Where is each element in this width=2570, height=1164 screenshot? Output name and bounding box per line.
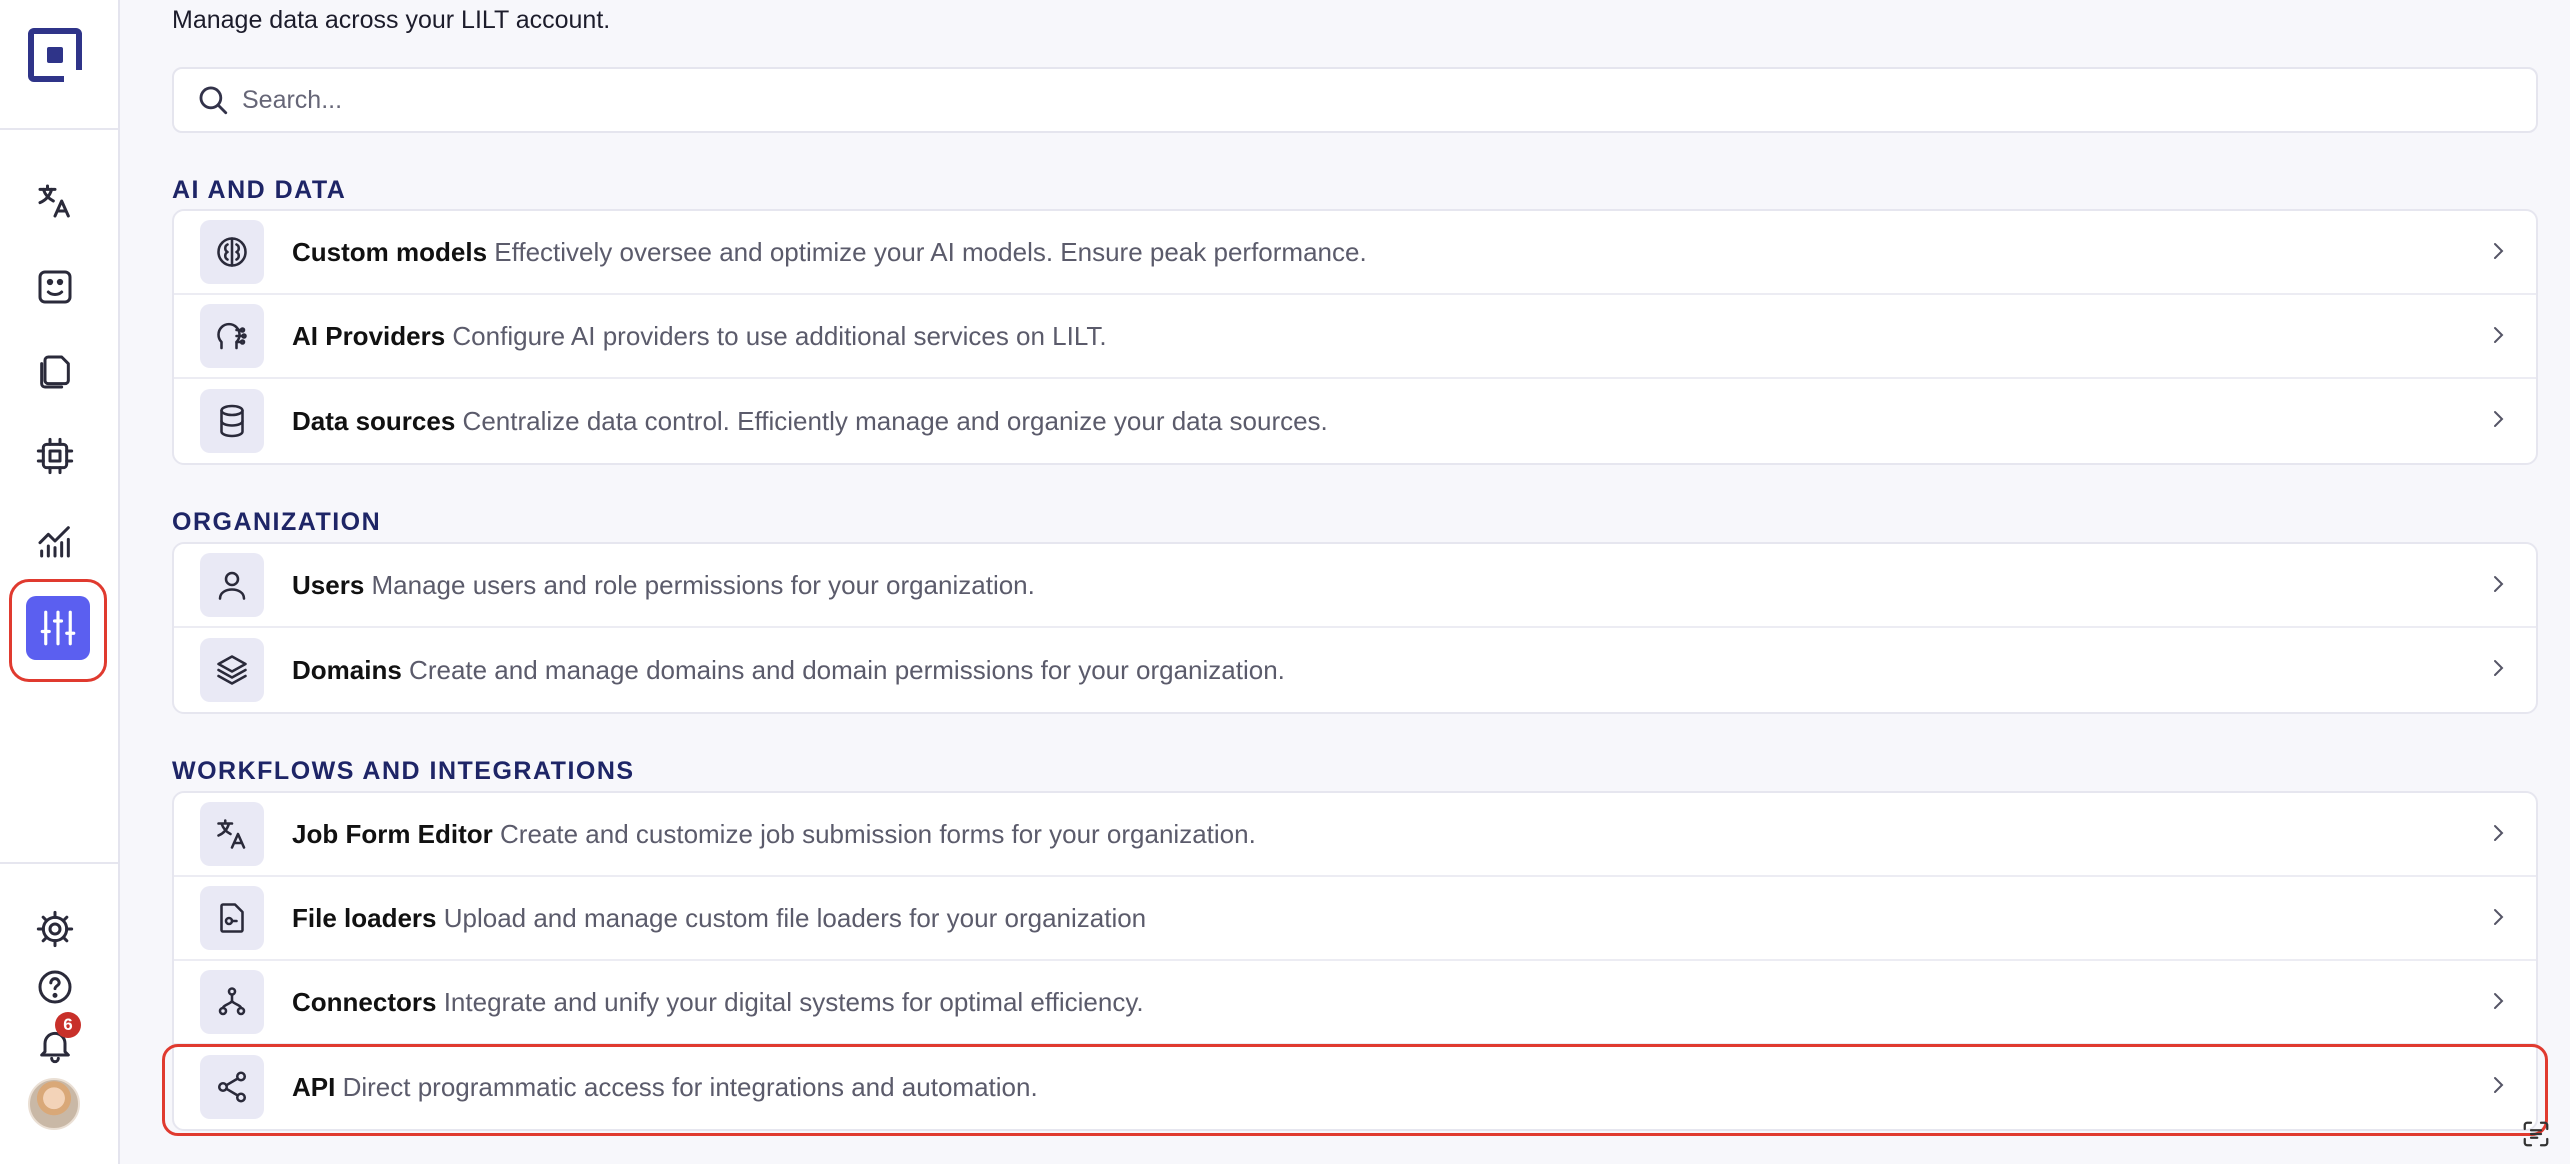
review-icon[interactable] bbox=[30, 262, 80, 312]
main-content: Manage data across your LILT account. AI… bbox=[162, 0, 2548, 1164]
sidebar: 6 bbox=[0, 0, 120, 1164]
chevron-right-icon bbox=[2494, 243, 2504, 259]
row-description: Direct programmatic access for integrati… bbox=[342, 1071, 1038, 1102]
row-description: Centralize data control. Efficiently man… bbox=[462, 405, 1328, 436]
sidebar-divider bbox=[0, 128, 118, 130]
chevron-right-icon bbox=[2494, 576, 2504, 592]
chevron-right-icon bbox=[2494, 411, 2504, 427]
chip-icon[interactable] bbox=[30, 431, 80, 481]
search-icon bbox=[199, 86, 228, 115]
list-item-api[interactable]: API Direct programmatic access for integ… bbox=[174, 1045, 2536, 1129]
chevron-right-icon bbox=[2494, 825, 2504, 841]
list-item-users[interactable]: Users Manage users and role permissions … bbox=[174, 544, 2536, 628]
list-item-file-loaders[interactable]: File loaders Upload and manage custom fi… bbox=[174, 877, 2536, 961]
section-card-workflows: Job Form Editor Create and customize job… bbox=[172, 791, 2538, 1131]
connector-icon bbox=[200, 970, 264, 1034]
row-description: Effectively oversee and optimize your AI… bbox=[494, 236, 1367, 267]
chevron-right-icon bbox=[2494, 660, 2504, 676]
list-item-domains[interactable]: Domains Create and manage domains and do… bbox=[174, 628, 2536, 712]
chevron-right-icon bbox=[2494, 909, 2504, 925]
lilt-logo[interactable] bbox=[28, 28, 82, 82]
app-root: 6 Manage data across your LILT account. … bbox=[0, 0, 2570, 1164]
row-title: Custom models bbox=[292, 236, 488, 267]
share-icon bbox=[200, 1055, 264, 1119]
brain-icon bbox=[200, 220, 264, 284]
database-icon bbox=[200, 389, 264, 453]
user-icon bbox=[200, 553, 264, 617]
ai-head-icon bbox=[200, 304, 264, 368]
chevron-right-icon bbox=[2494, 993, 2504, 1009]
section-title-organization: ORGANIZATION bbox=[172, 508, 382, 536]
active-nav-highlight bbox=[9, 579, 107, 682]
file-loader-icon bbox=[200, 886, 264, 950]
row-description: Integrate and unify your digital systems… bbox=[443, 986, 1144, 1017]
settings-sliders-icon[interactable] bbox=[26, 596, 90, 660]
row-title: Job Form Editor bbox=[292, 818, 493, 849]
chevron-right-icon bbox=[2494, 1077, 2504, 1093]
list-item-custom-models[interactable]: Custom models Effectively oversee and op… bbox=[174, 211, 2536, 295]
row-title: File loaders bbox=[292, 902, 437, 933]
documents-icon[interactable] bbox=[30, 347, 80, 397]
page-subtitle: Manage data across your LILT account. bbox=[172, 6, 611, 34]
row-description: Upload and manage custom file loaders fo… bbox=[443, 902, 1147, 933]
row-description: Configure AI providers to use additional… bbox=[452, 320, 1107, 351]
list-item-job-form-editor[interactable]: Job Form Editor Create and customize job… bbox=[174, 793, 2536, 877]
row-description: Create and customize job submission form… bbox=[500, 818, 1256, 849]
notification-badge: 6 bbox=[55, 1012, 81, 1038]
row-title: Connectors bbox=[292, 986, 437, 1017]
row-description: Create and manage domains and domain per… bbox=[409, 654, 1285, 685]
section-title-ai-and-data: AI AND DATA bbox=[172, 176, 347, 204]
layers-icon bbox=[200, 638, 264, 702]
analytics-icon[interactable] bbox=[30, 516, 80, 566]
row-title: API bbox=[292, 1071, 336, 1102]
sidebar-divider bbox=[0, 862, 118, 864]
list-item-data-sources[interactable]: Data sources Centralize data control. Ef… bbox=[174, 379, 2536, 463]
help-icon[interactable] bbox=[30, 962, 80, 1012]
section-card-ai-and-data: Custom models Effectively oversee and op… bbox=[172, 209, 2538, 465]
list-item-connectors[interactable]: Connectors Integrate and unify your digi… bbox=[174, 961, 2536, 1045]
scan-text-icon[interactable] bbox=[2516, 1114, 2556, 1154]
search-input[interactable] bbox=[242, 85, 2442, 115]
row-title: AI Providers bbox=[292, 320, 446, 351]
row-description: Manage users and role permissions for yo… bbox=[371, 569, 1035, 600]
section-title-workflows: WORKFLOWS AND INTEGRATIONS bbox=[172, 757, 635, 785]
translate-icon[interactable] bbox=[30, 176, 80, 226]
avatar[interactable] bbox=[28, 1078, 80, 1130]
gear-icon[interactable] bbox=[30, 904, 80, 954]
row-title: Data sources bbox=[292, 405, 456, 436]
section-card-organization: Users Manage users and role permissions … bbox=[172, 542, 2538, 714]
search-bar[interactable] bbox=[172, 67, 2538, 133]
translate-icon bbox=[200, 802, 264, 866]
chevron-right-icon bbox=[2494, 327, 2504, 343]
list-item-ai-providers[interactable]: AI Providers Configure AI providers to u… bbox=[174, 295, 2536, 379]
row-title: Users bbox=[292, 569, 365, 600]
row-title: Domains bbox=[292, 654, 402, 685]
